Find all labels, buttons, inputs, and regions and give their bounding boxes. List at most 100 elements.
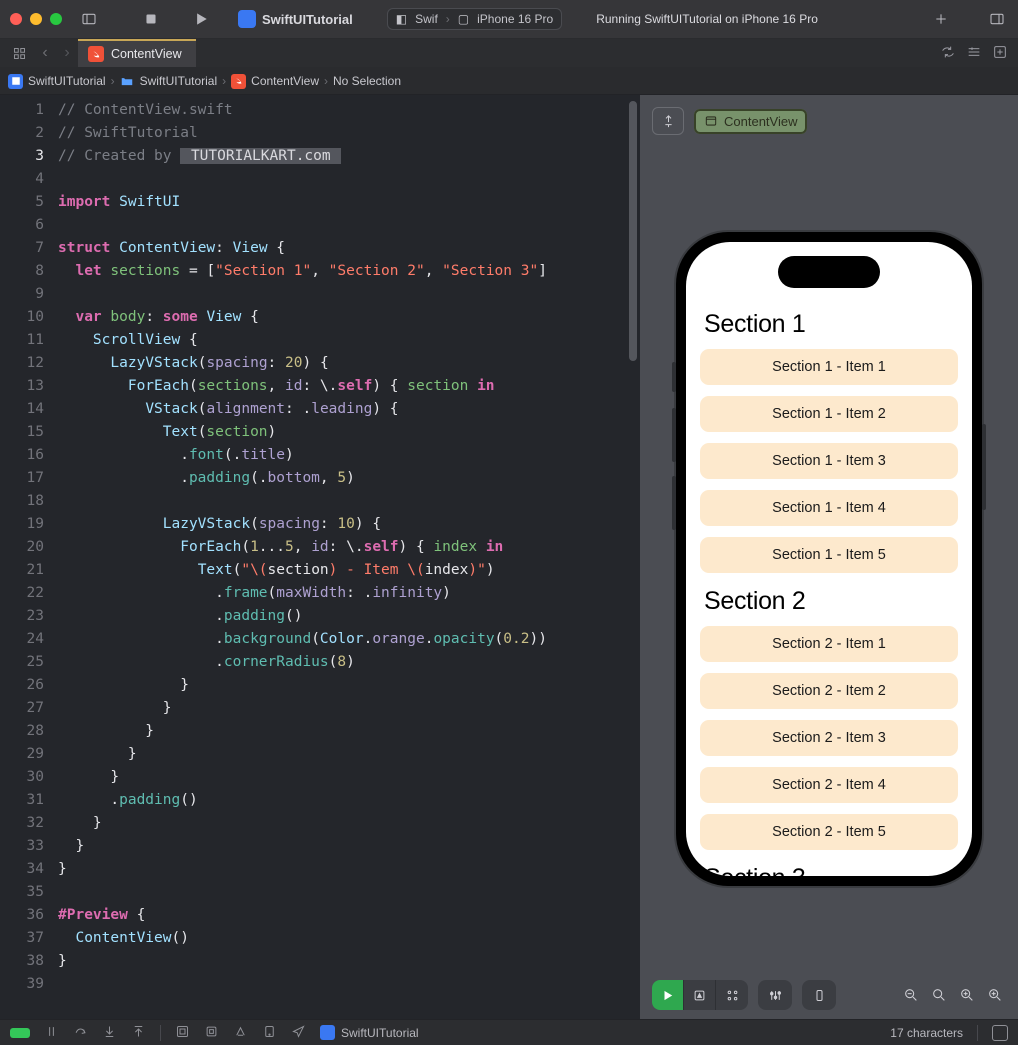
- code-line[interactable]: 30 }: [0, 766, 640, 789]
- activity-indicator[interactable]: [10, 1028, 30, 1038]
- zoom-out-icon[interactable]: [900, 984, 922, 1006]
- code-line[interactable]: 9: [0, 283, 640, 306]
- code-line[interactable]: 20 ForEach(1...5, id: \.self) { index in: [0, 536, 640, 559]
- code-line[interactable]: 37 ContentView(): [0, 927, 640, 950]
- list-item: Section 1 - Item 1: [700, 349, 958, 385]
- code-line[interactable]: 35: [0, 881, 640, 904]
- phone-button: [672, 408, 676, 462]
- code-line[interactable]: 11 ScrollView {: [0, 329, 640, 352]
- crumb-file[interactable]: ContentView: [251, 74, 319, 88]
- app-icon: [238, 10, 256, 28]
- environment-icon[interactable]: [233, 1024, 248, 1042]
- live-preview-button[interactable]: [652, 980, 684, 1010]
- device-settings-button[interactable]: [758, 980, 792, 1010]
- related-items-icon[interactable]: [4, 39, 34, 67]
- jump-bar[interactable]: SwiftUITutorial › SwiftUITutorial › Cont…: [0, 68, 1018, 95]
- project-title[interactable]: SwiftUITutorial: [238, 10, 353, 28]
- editor-tab[interactable]: ContentView: [78, 39, 196, 67]
- code-line[interactable]: 21 Text("\(section) - Item \(index)"): [0, 559, 640, 582]
- code-line[interactable]: 28 }: [0, 720, 640, 743]
- step-over-icon[interactable]: [73, 1024, 88, 1042]
- crumb-project[interactable]: SwiftUITutorial: [28, 74, 106, 88]
- code-line[interactable]: 16 .font(.title): [0, 444, 640, 467]
- simulate-icon[interactable]: [262, 1024, 277, 1042]
- preview-content[interactable]: Section 1Section 1 - Item 1Section 1 - I…: [686, 242, 972, 876]
- code-line[interactable]: 7struct ContentView: View {: [0, 237, 640, 260]
- phone-button: [982, 424, 986, 510]
- code-line[interactable]: 32 }: [0, 812, 640, 835]
- code-line[interactable]: 27 }: [0, 697, 640, 720]
- code-line[interactable]: 12 LazyVStack(spacing: 20) {: [0, 352, 640, 375]
- nav-forward[interactable]: ›: [56, 44, 78, 62]
- nav-back[interactable]: ‹: [34, 44, 56, 62]
- stop-button[interactable]: [140, 8, 162, 30]
- code-line[interactable]: 13 ForEach(sections, id: \.self) { secti…: [0, 375, 640, 398]
- code-line[interactable]: 26 }: [0, 674, 640, 697]
- step-out-icon[interactable]: [131, 1024, 146, 1042]
- code-line[interactable]: 39: [0, 973, 640, 996]
- code-line[interactable]: 1// ContentView.swift: [0, 99, 640, 122]
- code-line[interactable]: 36#Preview {: [0, 904, 640, 927]
- crumb-folder[interactable]: SwiftUITutorial: [140, 74, 218, 88]
- add-tab-icon[interactable]: [930, 8, 952, 30]
- sync-icon[interactable]: [940, 44, 956, 63]
- code-line[interactable]: 34}: [0, 858, 640, 881]
- toggle-debug-area-icon[interactable]: [992, 1025, 1008, 1041]
- library-icon[interactable]: [986, 8, 1008, 30]
- crumb-selection[interactable]: No Selection: [333, 74, 401, 88]
- selectable-preview-button[interactable]: [684, 980, 716, 1010]
- debug-target[interactable]: SwiftUITutorial: [320, 1025, 419, 1040]
- code-line[interactable]: 14 VStack(alignment: .leading) {: [0, 398, 640, 421]
- preview-chip[interactable]: ContentView: [694, 109, 807, 134]
- code-line[interactable]: 18: [0, 490, 640, 513]
- scrollbar-thumb[interactable]: [629, 101, 637, 361]
- scheme-selector[interactable]: ◧ Swif › ▢ iPhone 16 Pro: [387, 8, 562, 30]
- code-line[interactable]: 6: [0, 214, 640, 237]
- step-in-icon[interactable]: [102, 1024, 117, 1042]
- code-line[interactable]: 2// SwiftTutorial: [0, 122, 640, 145]
- zoom-fit-icon[interactable]: [956, 984, 978, 1006]
- code-line[interactable]: 10 var body: some View {: [0, 306, 640, 329]
- swift-file-icon: [88, 46, 104, 62]
- code-line[interactable]: 17 .padding(.bottom, 5): [0, 467, 640, 490]
- variants-button[interactable]: [716, 980, 748, 1010]
- code-line[interactable]: 8 let sections = ["Section 1", "Section …: [0, 260, 640, 283]
- preview-chip-label: ContentView: [724, 114, 797, 129]
- list-item: Section 1 - Item 3: [700, 443, 958, 479]
- code-line[interactable]: 23 .padding(): [0, 605, 640, 628]
- memory-graph-icon[interactable]: [204, 1024, 219, 1042]
- titlebar: SwiftUITutorial ◧ Swif › ▢ iPhone 16 Pro…: [0, 0, 1018, 39]
- code-line[interactable]: 24 .background(Color.orange.opacity(0.2)…: [0, 628, 640, 651]
- device-name: iPhone 16 Pro: [477, 12, 553, 26]
- code-line[interactable]: 38}: [0, 950, 640, 973]
- ui-hierarchy-icon[interactable]: [175, 1024, 190, 1042]
- location-icon[interactable]: [291, 1024, 306, 1042]
- code-line[interactable]: 4: [0, 168, 640, 191]
- list-item: Section 2 - Item 5: [700, 814, 958, 850]
- code-line[interactable]: 3// Created by TUTORIALKART.com: [0, 145, 640, 168]
- code-line[interactable]: 22 .frame(maxWidth: .infinity): [0, 582, 640, 605]
- zoom-in-icon[interactable]: [984, 984, 1006, 1006]
- run-button[interactable]: [190, 8, 212, 30]
- preview-device-button[interactable]: [802, 980, 836, 1010]
- pin-preview-button[interactable]: [652, 107, 684, 135]
- preview-pane: ContentView Section 1Section 1 - Item 1S…: [640, 95, 1018, 1019]
- minimize-window[interactable]: [30, 13, 42, 25]
- code-line[interactable]: 25 .cornerRadius(8): [0, 651, 640, 674]
- zoom-actual-icon[interactable]: [928, 984, 950, 1006]
- code-line[interactable]: 31 .padding(): [0, 789, 640, 812]
- code-line[interactable]: 5import SwiftUI: [0, 191, 640, 214]
- zoom-window[interactable]: [50, 13, 62, 25]
- pause-icon[interactable]: [44, 1024, 59, 1042]
- folder-icon: [120, 74, 135, 89]
- code-editor[interactable]: 1// ContentView.swift2// SwiftTutorial3/…: [0, 95, 640, 1019]
- code-line[interactable]: 29 }: [0, 743, 640, 766]
- add-editor-icon[interactable]: [992, 44, 1008, 63]
- adjust-editor-icon[interactable]: [966, 44, 982, 63]
- toggle-sidebar-icon[interactable]: [78, 8, 100, 30]
- close-window[interactable]: [10, 13, 22, 25]
- code-line[interactable]: 33 }: [0, 835, 640, 858]
- code-line[interactable]: 19 LazyVStack(spacing: 10) {: [0, 513, 640, 536]
- status-bar: SwiftUITutorial 17 characters: [0, 1019, 1018, 1045]
- code-line[interactable]: 15 Text(section): [0, 421, 640, 444]
